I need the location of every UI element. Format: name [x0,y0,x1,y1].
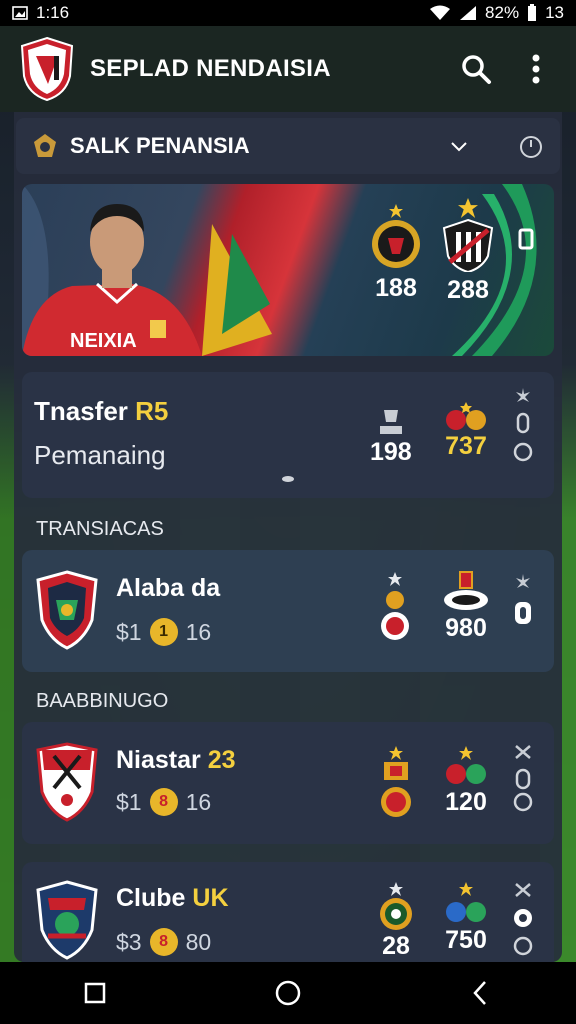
club-name: Niastar 23 [116,746,236,774]
search-icon [462,55,491,84]
loading-dot [282,476,294,482]
club-stat: 120 [442,746,490,817]
star-icon [389,746,403,760]
club-card[interactable]: Clube UK $3 8 80 28 750 [22,862,554,972]
transfer-title: Tnasfer R5 [34,396,169,426]
badge-icon [381,591,409,640]
info-icon[interactable] [512,744,534,814]
club-crest-icon [442,218,494,272]
section-second: BAABBINUGO [36,690,169,712]
club-card[interactable]: Alaba da $1 1 16 980 [22,550,554,672]
signal-icon [460,6,477,20]
system-nav-bar [0,962,576,1024]
club-card[interactable]: Niastar 23 $1 8 16 120 [22,722,554,844]
club-stat-2: 750 [442,882,490,955]
badge-icon [380,898,412,930]
club-logo[interactable] [18,36,76,102]
club-name: Clube UK [116,884,229,912]
club-pair-icon [446,402,486,430]
coin-icon: 1 [149,618,178,646]
battery-icon [528,4,537,21]
search-button[interactable] [454,47,498,91]
club-stat-1: 28 [378,882,414,961]
hero-stat-1: 188 [370,204,422,303]
chevron-down-icon[interactable] [450,139,468,153]
club-crest-icon [372,220,420,268]
club-crest-icon [36,570,98,650]
app-bar: SEPLAD NENDAISIA [0,26,576,112]
image-icon [12,6,28,20]
league-title: SALK PENANSIA [70,133,250,158]
club-icons-col [378,572,412,642]
trophy-icon [444,571,488,610]
featured-player-banner[interactable]: NEIXIA 188 288 [22,184,554,356]
transfer-stat-2: 737 [442,402,490,461]
star-icon [459,882,473,896]
club-price: $1 1 16 [116,618,212,646]
app-title: SEPLAD NENDAISIA [90,55,331,82]
transfer-card[interactable]: Tnasfer R5 Pemanaing 198 737 [22,372,554,498]
club-crest-icon [36,880,98,960]
wifi-icon [430,5,451,20]
home-button[interactable] [274,979,302,1007]
club-stat: 980 [442,570,490,643]
coin-icon: 8 [149,928,178,956]
star-icon [388,572,402,586]
league-selector[interactable]: SALK PENANSIA [16,118,560,174]
square-icon [518,228,534,250]
info-icon[interactable] [512,882,534,962]
battery-level: 82% [485,3,520,22]
club-name: Alaba da [116,574,221,602]
league-badge-icon [34,134,56,157]
star-icon [458,198,478,218]
info-icon[interactable] [512,574,534,630]
club-pair-icon [446,902,486,922]
back-button[interactable] [469,979,493,1007]
transfer-stat-1: 198 [370,408,412,467]
club-price: $1 8 16 [116,788,212,816]
hero-stat-2: 288 [442,198,494,305]
transfer-subtitle: Pemanaing [34,440,166,470]
club-icons-col [378,746,414,818]
club-pair-icon [446,764,486,784]
player-shirt-text: NEIXIA [70,330,137,352]
section-transactions: TRANSIACAS [36,518,164,540]
timer-icon[interactable] [518,133,544,159]
status-bar: 1:16 82% 13 [0,0,576,26]
club-price: $3 8 80 [116,928,212,956]
coin-icon: 8 [149,788,178,816]
more-vert-icon [532,54,540,84]
star-icon [389,204,403,218]
star-icon [389,882,403,896]
clock: 13 [545,3,564,22]
info-icon[interactable] [512,388,534,468]
status-time: 1:16 [36,3,70,22]
badge-icon [381,762,411,817]
recents-button[interactable] [83,981,107,1005]
club-crest-icon [36,742,98,822]
more-options-button[interactable] [514,47,558,91]
star-icon [459,746,473,760]
trophy-icon [379,410,402,434]
